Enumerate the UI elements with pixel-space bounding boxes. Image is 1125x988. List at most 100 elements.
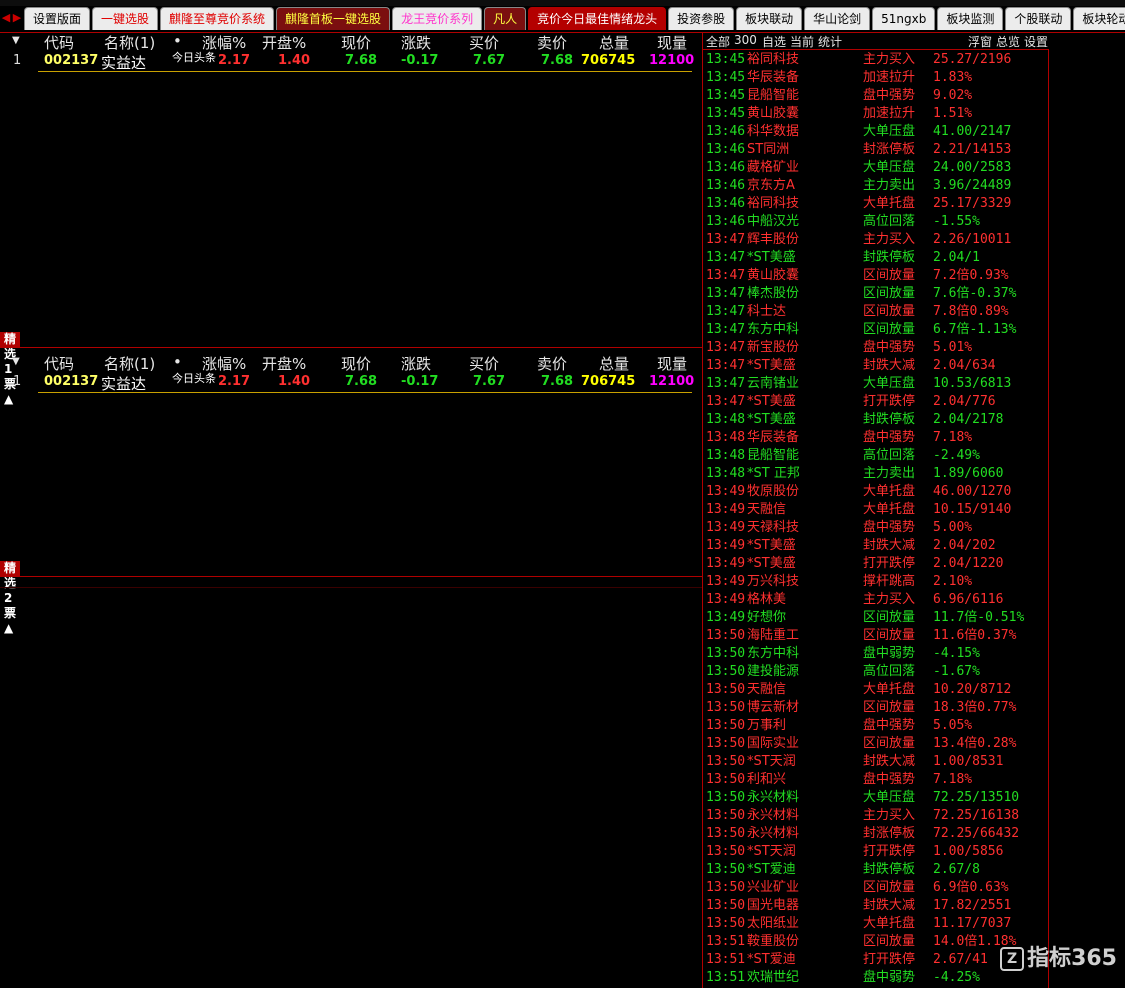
col-ask[interactable]: 卖价	[537, 32, 567, 53]
list-item[interactable]: 13:50 博云新材 区间放量 18.3倍0.77%	[706, 699, 1048, 717]
tab-7[interactable]: 投资参股	[668, 7, 735, 30]
list-item[interactable]: 13:49 天禄科技 盘中强势 5.00%	[706, 519, 1048, 537]
list-item[interactable]: 13:51 *ST爱迪 打开跌停 2.67/41	[706, 951, 1048, 969]
table-row[interactable]: 1 002137 实益达 今日头条 2.17 1.40 7.68 -0.17 7…	[0, 372, 702, 394]
list-item[interactable]: 13:50 万事利 盘中强势 5.05%	[706, 717, 1048, 735]
col-open-pct[interactable]: 开盘%	[262, 32, 306, 53]
tab-9[interactable]: 华山论剑	[804, 7, 871, 30]
list-item[interactable]: 13:50 永兴材料 大单压盘 72.25/13510	[706, 789, 1048, 807]
list-item[interactable]: 13:47 新宝股份 盘中强势 5.01%	[706, 339, 1048, 357]
sort-arrow-icon[interactable]: ▼	[12, 356, 20, 367]
list-item[interactable]: 13:48 *ST 正邦 主力卖出 1.89/6060	[706, 465, 1048, 483]
col-price[interactable]: 现价	[341, 32, 371, 53]
list-item[interactable]: 13:47 东方中科 区间放量 6.7倍-1.13%	[706, 321, 1048, 339]
tab-8[interactable]: 板块联动	[736, 7, 803, 30]
tab-scroll-right-icon[interactable]: ▶	[12, 11, 22, 25]
list-item[interactable]: 13:45 昆船智能 盘中强势 9.02%	[706, 87, 1048, 105]
list-item[interactable]: 13:47 *ST美盛 封跌大减 2.04/634	[706, 357, 1048, 375]
stats-button[interactable]: 统计	[818, 33, 842, 50]
list-item[interactable]: 13:50 国光电器 封跌大减 17.82/2551	[706, 897, 1048, 915]
col-code[interactable]: 代码	[44, 32, 74, 53]
list-item[interactable]: 13:47 *ST美盛 封跌停板 2.04/1	[706, 249, 1048, 267]
overview-button[interactable]: 总览	[996, 33, 1020, 50]
tab-12[interactable]: 个股联动	[1005, 7, 1072, 30]
filter-self-button[interactable]: 自选	[762, 33, 786, 50]
list-item[interactable]: 13:46 中船汉光 高位回落 -1.55%	[706, 213, 1048, 231]
list-item[interactable]: 13:49 *ST美盛 封跌大减 2.04/202	[706, 537, 1048, 555]
filter-count[interactable]: 300	[734, 33, 757, 47]
list-item[interactable]: 13:47 云南锗业 大单压盘 10.53/6813	[706, 375, 1048, 393]
list-item[interactable]: 13:50 *ST天润 封跌大减 1.00/8531	[706, 753, 1048, 771]
list-item[interactable]: 13:49 万兴科技 撑杆跳高 2.10%	[706, 573, 1048, 591]
list-item[interactable]: 13:51 欢瑞世纪 盘中弱势 -4.25%	[706, 969, 1048, 987]
col-volume[interactable]: 总量	[599, 353, 629, 374]
list-item[interactable]: 13:46 科华数据 大单压盘 41.00/2147	[706, 123, 1048, 141]
filter-current-button[interactable]: 当前	[790, 33, 814, 50]
list-item[interactable]: 13:45 华辰装备 加速拉升 1.83%	[706, 69, 1048, 87]
list-item[interactable]: 13:50 建投能源 高位回落 -1.67%	[706, 663, 1048, 681]
list-item[interactable]: 13:46 ST同洲 封涨停板 2.21/14153	[706, 141, 1048, 159]
col-name[interactable]: 名称(1)	[104, 353, 155, 374]
tab-13[interactable]: 板块轮动	[1073, 7, 1125, 30]
tab-11[interactable]: 板块监测	[937, 7, 1004, 30]
list-item[interactable]: 13:47 辉丰股份 主力买入 2.26/10011	[706, 231, 1048, 249]
list-item[interactable]: 13:49 格林美 主力买入 6.96/6116	[706, 591, 1048, 609]
col-volume[interactable]: 总量	[599, 32, 629, 53]
list-item[interactable]: 13:46 裕同科技 大单托盘 25.17/3329	[706, 195, 1048, 213]
list-item[interactable]: 13:47 棒杰股份 区间放量 7.6倍-0.37%	[706, 285, 1048, 303]
float-window-button[interactable]: 浮窗	[968, 33, 992, 50]
list-item[interactable]: 13:46 藏格矿业 大单压盘 24.00/2583	[706, 159, 1048, 177]
list-item[interactable]: 13:50 永兴材料 封涨停板 72.25/66432	[706, 825, 1048, 843]
list-item[interactable]: 13:48 华辰装备 盘中强势 7.18%	[706, 429, 1048, 447]
filter-all-button[interactable]: 全部	[706, 33, 730, 50]
tab-10[interactable]: 51ngxb	[872, 7, 936, 30]
list-item[interactable]: 13:49 好想你 区间放量 11.7倍-0.51%	[706, 609, 1048, 627]
col-bid[interactable]: 买价	[469, 32, 499, 53]
list-item[interactable]: 13:51 鞍重股份 区间放量 14.0倍1.18%	[706, 933, 1048, 951]
list-item[interactable]: 13:50 *ST爱迪 封跌停板 2.67/8	[706, 861, 1048, 879]
list-item[interactable]: 13:50 太阳纸业 大单托盘 11.17/7037	[706, 915, 1048, 933]
tab-scroll-left-icon[interactable]: ◀	[1, 11, 11, 25]
list-item[interactable]: 13:50 永兴材料 主力买入 72.25/16138	[706, 807, 1048, 825]
tab-4[interactable]: 龙王竞价系列	[392, 7, 483, 30]
table-row[interactable]: 1 002137 实益达 今日头条 2.17 1.40 7.68 -0.17 7…	[0, 51, 702, 73]
list-item[interactable]: 13:50 兴业矿业 区间放量 6.9倍0.63%	[706, 879, 1048, 897]
list-item[interactable]: 13:45 裕同科技 主力买入 25.27/2196	[706, 51, 1048, 69]
tab-2[interactable]: 麒隆至尊竞价系统	[160, 7, 275, 30]
tab-1[interactable]: 一键选股	[92, 7, 159, 30]
col-code[interactable]: 代码	[44, 353, 74, 374]
col-change[interactable]: 涨跌	[401, 353, 431, 374]
list-item[interactable]: 13:50 海陆重工 区间放量 11.6倍0.37%	[706, 627, 1048, 645]
col-open-pct[interactable]: 开盘%	[262, 353, 306, 374]
sort-arrow-icon[interactable]: ▼	[12, 35, 20, 46]
col-change[interactable]: 涨跌	[401, 32, 431, 53]
col-bid[interactable]: 买价	[469, 353, 499, 374]
list-item[interactable]: 13:48 昆船智能 高位回落 -2.49%	[706, 447, 1048, 465]
list-item[interactable]: 13:50 国际实业 区间放量 13.4倍0.28%	[706, 735, 1048, 753]
list-item[interactable]: 13:50 东方中科 盘中弱势 -4.15%	[706, 645, 1048, 663]
list-item[interactable]: 13:47 科士达 区间放量 7.8倍0.89%	[706, 303, 1048, 321]
col-price[interactable]: 现价	[341, 353, 371, 374]
settings-button[interactable]: 设置	[1024, 33, 1048, 50]
list-item[interactable]: 13:50 利和兴 盘中强势 7.18%	[706, 771, 1048, 789]
list-item[interactable]: 13:50 天融信 大单托盘 10.20/8712	[706, 681, 1048, 699]
list-item[interactable]: 13:45 黄山胶囊 加速拉升 1.51%	[706, 105, 1048, 123]
list-item[interactable]: 13:49 天融信 大单托盘 10.15/9140	[706, 501, 1048, 519]
section2-toggle-button[interactable]: 精选2票▲	[0, 561, 21, 635]
list-item[interactable]: 13:49 *ST美盛 打开跌停 2.04/1220	[706, 555, 1048, 573]
list-item[interactable]: 13:50 *ST天润 打开跌停 1.00/5856	[706, 843, 1048, 861]
list-item[interactable]: 13:48 *ST美盛 封跌停板 2.04/2178	[706, 411, 1048, 429]
tab-6[interactable]: 竞价今日最佳情绪龙头	[528, 7, 667, 30]
tab-3[interactable]: 麒隆首板一键选股	[276, 7, 391, 30]
list-item[interactable]: 13:46 京东方A 主力卖出 3.96/24489	[706, 177, 1048, 195]
list-item[interactable]: 13:49 牧原股份 大单托盘 46.00/1270	[706, 483, 1048, 501]
col-last-vol[interactable]: 现量	[657, 353, 687, 374]
list-item[interactable]: 13:47 黄山胶囊 区间放量 7.2倍0.93%	[706, 267, 1048, 285]
section1-toggle-button[interactable]: 精选1票▲	[0, 332, 21, 406]
list-item[interactable]: 13:47 *ST美盛 打开跌停 2.04/776	[706, 393, 1048, 411]
col-last-vol[interactable]: 现量	[657, 32, 687, 53]
col-name[interactable]: 名称(1)	[104, 32, 155, 53]
col-ask[interactable]: 卖价	[537, 353, 567, 374]
tab-0[interactable]: 设置版面	[24, 7, 91, 30]
tab-5[interactable]: 凡人	[484, 7, 527, 30]
